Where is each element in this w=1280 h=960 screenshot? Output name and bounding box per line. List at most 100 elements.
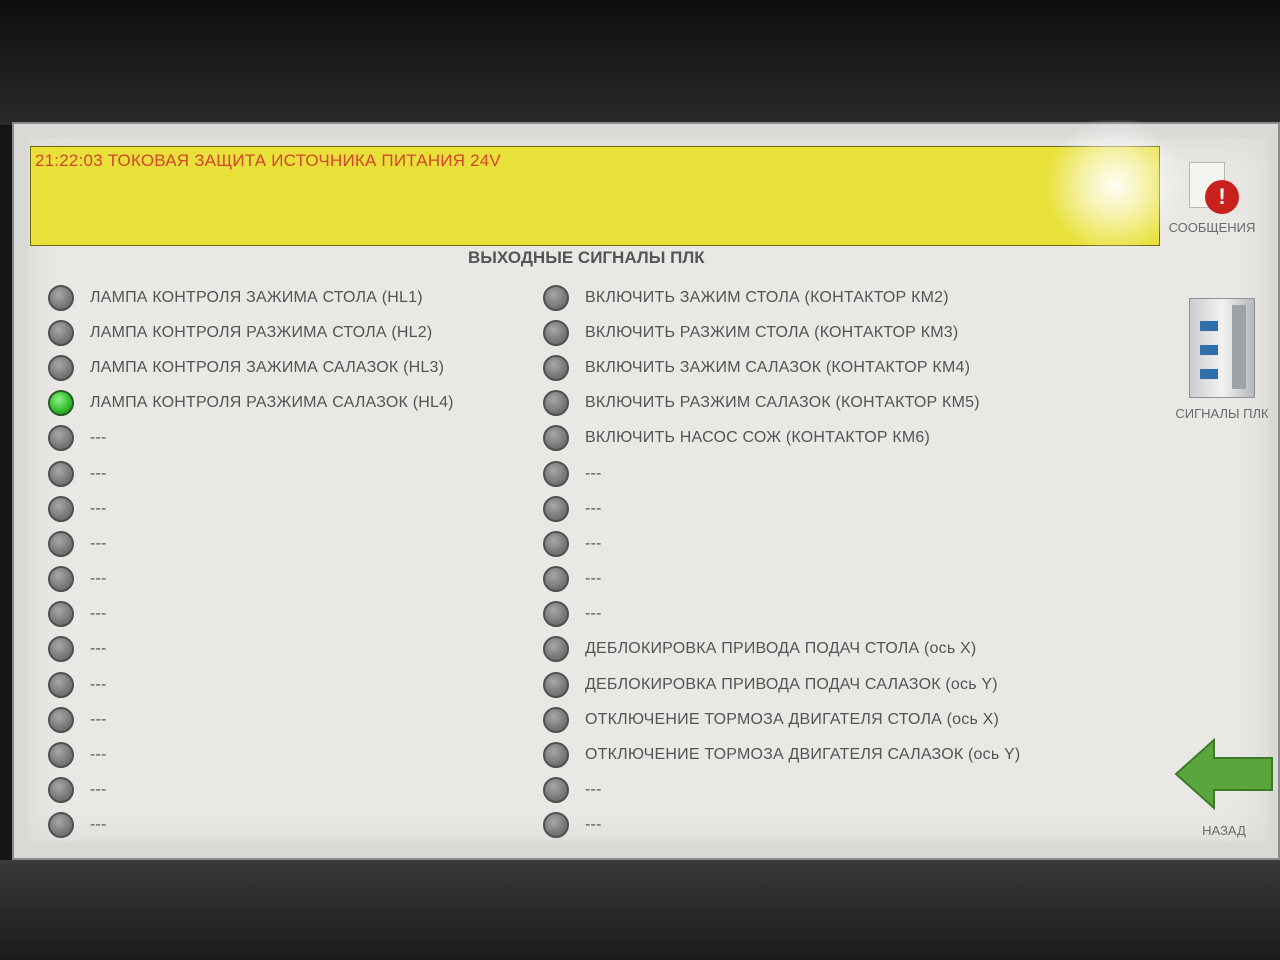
signal-label: --- bbox=[585, 605, 602, 623]
alarm-banner[interactable]: 21:22:03 ТОКОВАЯ ЗАЩИТА ИСТОЧНИКА ПИТАНИ… bbox=[30, 146, 1160, 246]
plc-signals-label: СИГНАЛЫ ПЛК bbox=[1175, 406, 1269, 421]
page-title: ВЫХОДНЫЕ СИГНАЛЫ ПЛК bbox=[468, 248, 705, 267]
signal-row: ДЕБЛОКИРОВКА ПРИВОДА ПОДАЧ САЛАЗОК (ось … bbox=[543, 667, 1020, 702]
signal-label: --- bbox=[585, 781, 602, 799]
signals-right-column: ВКЛЮЧИТЬ ЗАЖИМ СТОЛА (КОНТАКТОР КМ2) ВКЛЮ… bbox=[543, 280, 1020, 843]
signal-row: --- bbox=[48, 773, 454, 808]
back-label: НАЗАД bbox=[1202, 823, 1246, 838]
signal-row: ЛАМПА КОНТРОЛЯ ЗАЖИМА САЛАЗОК (HL3) bbox=[48, 350, 454, 385]
signal-lamp-icon bbox=[543, 425, 569, 452]
signal-lamp-icon bbox=[48, 460, 74, 487]
signal-row: --- bbox=[543, 597, 1020, 632]
signal-row: ВКЛЮЧИТЬ РАЗЖИМ САЛАЗОК (КОНТАКТОР КМ5) bbox=[543, 386, 1020, 421]
signal-label: ВКЛЮЧИТЬ НАСОС СОЖ (КОНТАКТОР КМ6) bbox=[585, 429, 931, 447]
signal-label: --- bbox=[585, 534, 602, 552]
plc-device-icon bbox=[1189, 298, 1255, 398]
signal-lamp-icon bbox=[48, 390, 74, 417]
signal-row: --- bbox=[543, 773, 1020, 808]
monitor-bezel-bottom bbox=[0, 860, 1280, 960]
hmi-panel: 21:22:03 ТОКОВАЯ ЗАЩИТА ИСТОЧНИКА ПИТАНИ… bbox=[28, 138, 1273, 843]
signal-row: --- bbox=[48, 632, 454, 667]
signal-label: --- bbox=[90, 640, 107, 658]
signal-label: ДЕБЛОКИРОВКА ПРИВОДА ПОДАЧ САЛАЗОК (ось … bbox=[585, 675, 998, 693]
signal-lamp-icon bbox=[543, 354, 569, 381]
signal-lamp-icon bbox=[48, 777, 74, 804]
signal-row: --- bbox=[48, 702, 454, 737]
hmi-screen: 21:22:03 ТОКОВАЯ ЗАЩИТА ИСТОЧНИКА ПИТАНИ… bbox=[12, 122, 1280, 860]
signal-row: ОТКЛЮЧЕНИЕ ТОРМОЗА ДВИГАТЕЛЯ СТОЛА (ось … bbox=[543, 702, 1020, 737]
signal-label: ОТКЛЮЧЕНИЕ ТОРМОЗА ДВИГАТЕЛЯ СТОЛА (ось … bbox=[585, 710, 1000, 728]
messages-label: СООБЩЕНИЯ bbox=[1168, 220, 1256, 235]
signals-left-column: ЛАМПА КОНТРОЛЯ ЗАЖИМА СТОЛА (HL1) ЛАМПА К… bbox=[48, 280, 454, 843]
signal-label: --- bbox=[90, 816, 107, 834]
signal-row: ОТКЛЮЧЕНИЕ ТОРМОЗА ДВИГАТЕЛЯ САЛАЗОК (ос… bbox=[543, 737, 1020, 772]
signal-label: --- bbox=[90, 464, 107, 482]
signal-row: --- bbox=[48, 421, 454, 456]
signal-lamp-icon bbox=[48, 425, 74, 452]
signal-row: ВКЛЮЧИТЬ ЗАЖИМ САЛАЗОК (КОНТАКТОР КМ4) bbox=[543, 350, 1020, 385]
signal-row: ЛАМПА КОНТРОЛЯ ЗАЖИМА СТОЛА (HL1) bbox=[48, 280, 454, 315]
signal-lamp-icon bbox=[48, 601, 74, 628]
signal-lamp-icon bbox=[48, 671, 74, 698]
signal-lamp-icon bbox=[543, 284, 569, 311]
signal-label: --- bbox=[90, 710, 107, 728]
signal-lamp-icon bbox=[543, 495, 569, 522]
signal-lamp-icon bbox=[543, 601, 569, 628]
signal-label: ЛАМПА КОНТРОЛЯ ЗАЖИМА САЛАЗОК (HL3) bbox=[90, 358, 445, 376]
signal-row: --- bbox=[543, 562, 1020, 597]
signal-label: ВКЛЮЧИТЬ РАЗЖИМ САЛАЗОК (КОНТАКТОР КМ5) bbox=[585, 394, 980, 412]
signal-label: --- bbox=[90, 534, 107, 552]
signal-lamp-icon bbox=[543, 530, 569, 557]
signal-label: ЛАМПА КОНТРОЛЯ РАЗЖИМА САЛАЗОК (HL4) bbox=[90, 394, 454, 412]
signal-row: --- bbox=[48, 667, 454, 702]
plc-signals-button[interactable]: СИГНАЛЫ ПЛК bbox=[1162, 298, 1280, 421]
signal-lamp-icon bbox=[543, 390, 569, 417]
signal-row: ДЕБЛОКИРОВКА ПРИВОДА ПОДАЧ СТОЛА (ось X) bbox=[543, 632, 1020, 667]
signal-lamp-icon bbox=[543, 460, 569, 487]
signal-label: ВКЛЮЧИТЬ РАЗЖИМ СТОЛА (КОНТАКТОР КМ3) bbox=[585, 323, 959, 341]
signal-row: --- bbox=[48, 491, 454, 526]
signal-label: --- bbox=[90, 605, 107, 623]
monitor-bezel-top bbox=[0, 0, 1280, 125]
messages-button[interactable]: ! СООБЩЕНИЯ bbox=[1152, 162, 1272, 235]
arrow-left-icon bbox=[1174, 737, 1273, 811]
signal-lamp-icon bbox=[48, 566, 74, 593]
message-alert-icon: ! bbox=[1185, 162, 1239, 216]
signal-row: --- bbox=[48, 808, 454, 843]
signal-label: ВКЛЮЧИТЬ ЗАЖИМ САЛАЗОК (КОНТАКТОР КМ4) bbox=[585, 358, 971, 376]
signal-label: ЛАМПА КОНТРОЛЯ ЗАЖИМА СТОЛА (HL1) bbox=[90, 288, 423, 306]
signal-lamp-icon bbox=[543, 742, 569, 769]
signal-lamp-icon bbox=[48, 354, 74, 381]
signal-row: ЛАМПА КОНТРОЛЯ РАЗЖИМА СТОЛА (HL2) bbox=[48, 315, 454, 350]
signal-label: --- bbox=[90, 675, 107, 693]
signal-row: --- bbox=[48, 597, 454, 632]
signal-lamp-icon bbox=[543, 319, 569, 346]
signal-label: --- bbox=[585, 816, 602, 834]
alarm-message: 21:22:03 ТОКОВАЯ ЗАЩИТА ИСТОЧНИКА ПИТАНИ… bbox=[35, 151, 501, 170]
signal-label: --- bbox=[90, 570, 107, 588]
signal-label: --- bbox=[585, 464, 602, 482]
signal-row: ВКЛЮЧИТЬ НАСОС СОЖ (КОНТАКТОР КМ6) bbox=[543, 421, 1020, 456]
signal-row: ВКЛЮЧИТЬ РАЗЖИМ СТОЛА (КОНТАКТОР КМ3) bbox=[543, 315, 1020, 350]
signal-lamp-icon bbox=[543, 671, 569, 698]
signal-label: ВКЛЮЧИТЬ ЗАЖИМ СТОЛА (КОНТАКТОР КМ2) bbox=[585, 288, 949, 306]
signal-label: --- bbox=[90, 429, 107, 447]
signal-row: --- bbox=[543, 456, 1020, 491]
signal-label: --- bbox=[90, 499, 107, 517]
signal-lamp-icon bbox=[543, 777, 569, 804]
signal-row: --- bbox=[48, 562, 454, 597]
signal-lamp-icon bbox=[48, 284, 74, 311]
signal-row: --- bbox=[543, 526, 1020, 561]
signal-lamp-icon bbox=[48, 319, 74, 346]
signal-row: --- bbox=[48, 737, 454, 772]
back-button[interactable]: НАЗАД bbox=[1164, 736, 1280, 838]
signal-row: --- bbox=[543, 491, 1020, 526]
signal-lamp-icon bbox=[48, 812, 74, 839]
signal-row: --- bbox=[543, 808, 1020, 843]
signal-lamp-icon bbox=[48, 706, 74, 733]
signal-lamp-icon bbox=[48, 742, 74, 769]
signal-label: --- bbox=[585, 570, 602, 588]
signal-label: ЛАМПА КОНТРОЛЯ РАЗЖИМА СТОЛА (HL2) bbox=[90, 323, 433, 341]
signal-lamp-icon bbox=[48, 495, 74, 522]
signal-label: --- bbox=[585, 499, 602, 517]
